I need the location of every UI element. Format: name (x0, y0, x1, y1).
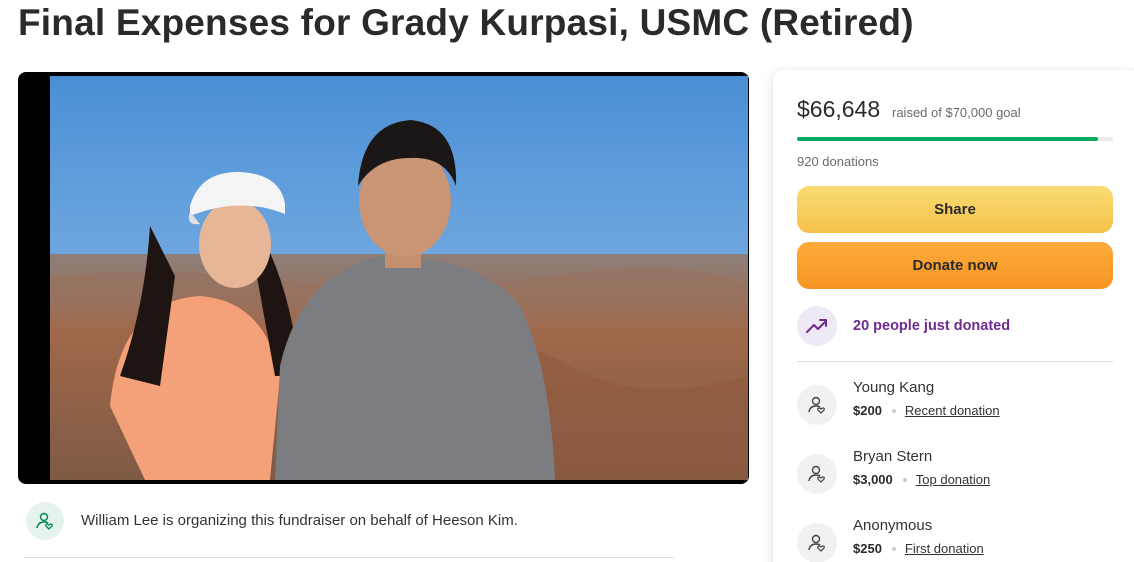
page-title: Final Expenses for Grady Kurpasi, USMC (… (18, 2, 914, 43)
donor-amount: $3,000 (853, 472, 893, 487)
donor-name: Bryan Stern (853, 448, 933, 465)
separator-dot (891, 408, 896, 413)
donor-avatar-icon (797, 523, 837, 562)
donor-avatar-icon (797, 385, 837, 425)
donor-name: Young Kang (853, 379, 935, 396)
separator-dot (902, 477, 907, 482)
donor-item: Anonymous $250 First donation (797, 517, 1117, 562)
donor-name: Anonymous (853, 517, 933, 534)
progress-bar (797, 137, 1113, 141)
divider (797, 361, 1113, 362)
amount-raised: $66,648 (797, 96, 881, 122)
donor-meta: $250 First donation (853, 541, 984, 556)
donate-now-button[interactable]: Donate now (797, 242, 1113, 289)
donor-tag-link[interactable]: Recent donation (905, 403, 1000, 418)
donor-meta: $3,000 Top donation (853, 472, 990, 487)
donor-meta: $200 Recent donation (853, 403, 1000, 418)
donor-item: Young Kang $200 Recent donation (797, 379, 1117, 425)
trending-up-icon (797, 306, 837, 346)
organizer-text: William Lee is organizing this fundraise… (81, 512, 518, 529)
donor-avatar-icon (797, 454, 837, 494)
trending-text: 20 people just donated (853, 318, 1011, 334)
donations-count: 920 donations (797, 154, 879, 169)
goal-text: raised of $70,000 goal (892, 105, 1021, 120)
heart-person-icon (26, 502, 64, 540)
organizer-row: William Lee is organizing this fundraise… (24, 500, 674, 558)
fundraiser-media[interactable] (18, 72, 749, 484)
donor-tag-link[interactable]: First donation (905, 541, 984, 556)
separator-dot (891, 546, 896, 551)
donor-amount: $200 (853, 403, 882, 418)
donor-item: Bryan Stern $3,000 Top donation (797, 448, 1117, 494)
donor-amount: $250 (853, 541, 882, 556)
share-button[interactable]: Share (797, 186, 1113, 233)
donation-card: $66,648 raised of $70,000 goal 920 donat… (773, 70, 1134, 562)
progress-fill (797, 137, 1098, 141)
fundraiser-photo (50, 76, 748, 480)
donor-tag-link[interactable]: Top donation (916, 472, 990, 487)
